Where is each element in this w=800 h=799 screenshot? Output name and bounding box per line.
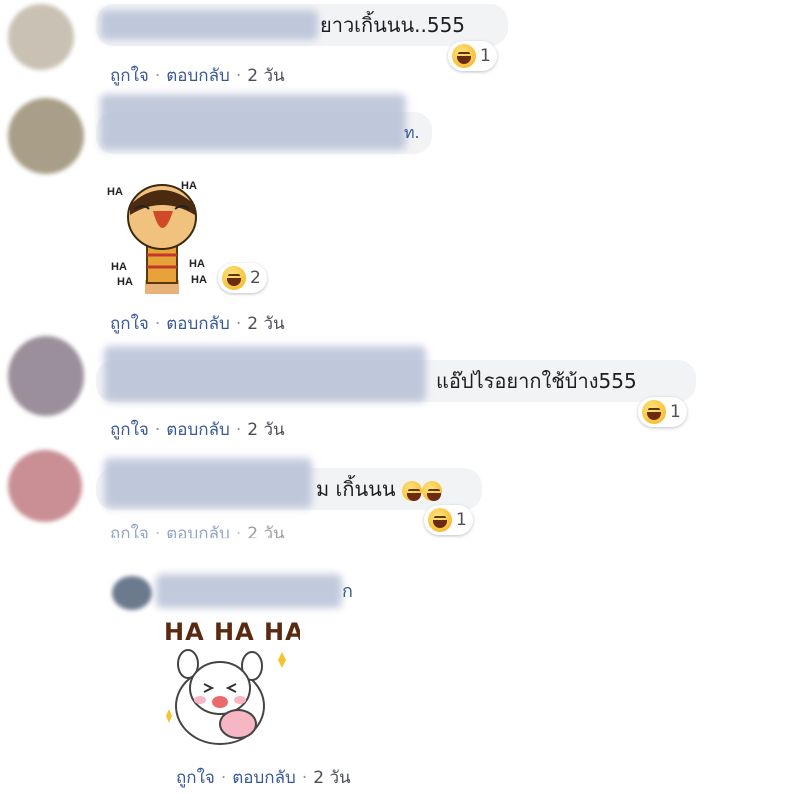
comment-text: แอ๊ปไรอยากใช้บ้าง555: [436, 369, 637, 393]
comment-time[interactable]: 2 วัน: [247, 66, 284, 86]
sticker-text: HA: [107, 186, 123, 198]
reaction-badge[interactable]: 1: [424, 505, 473, 535]
like-link[interactable]: ถูกใจ: [110, 66, 149, 86]
sticker-text: HA: [181, 180, 197, 192]
commenter-avatar[interactable]: [8, 4, 74, 70]
commenter-name-blurred[interactable]: [100, 94, 406, 150]
comment-text: ยาวเกิ้นนน..555: [320, 13, 466, 37]
reaction-badge[interactable]: 2: [218, 263, 267, 293]
commenter-name-blurred[interactable]: [100, 10, 318, 40]
laughing-girl-sticker: HA HA HA HA HA HA: [107, 180, 207, 294]
commenter-name-blurred[interactable]: [104, 458, 312, 508]
haha-emoji-icon: [642, 400, 666, 424]
comment-text-content: ม เกิ้นนน: [316, 477, 396, 501]
reply-avatar[interactable]: [112, 576, 152, 610]
reply-actions: ถูกใจ · ตอบกลับ · 2 วัน: [176, 768, 351, 788]
reply-link[interactable]: ตอบกลับ: [166, 314, 230, 334]
commenter-name-blurred[interactable]: [104, 346, 426, 402]
reaction-count: 1: [456, 510, 467, 530]
comment-text: ม เกิ้นนน: [316, 468, 442, 510]
reaction-badge[interactable]: 1: [638, 397, 687, 427]
haha-emoji-icon: [452, 44, 476, 68]
comment-time[interactable]: 2 วัน: [313, 768, 350, 788]
commenter-avatar[interactable]: [8, 336, 84, 416]
comment-actions: ถูกใจ · ตอบกลับ · 2 วัน: [110, 66, 285, 86]
reaction-count: 1: [480, 46, 491, 66]
reaction-count: 2: [250, 268, 261, 288]
laughing-bunny-sticker: HA HA HA: [164, 618, 300, 745]
like-link[interactable]: ถูกใจ: [176, 768, 215, 788]
commenter-avatar[interactable]: [8, 98, 84, 174]
sticker-text: HA HA HA: [164, 618, 300, 646]
haha-emoji-icon: [428, 508, 452, 532]
comment-time[interactable]: 2 วัน: [247, 314, 284, 334]
reply-name-tail[interactable]: ก: [342, 572, 353, 612]
sticker-text: HA: [189, 258, 205, 270]
sticker-text: HA: [111, 261, 127, 273]
like-link[interactable]: ถูกใจ: [110, 314, 149, 334]
like-link[interactable]: ถูกใจ: [110, 420, 149, 440]
reply-link[interactable]: ตอบกลับ: [232, 768, 296, 788]
commenter-avatar[interactable]: [8, 450, 82, 522]
reply-link[interactable]: ตอบกลับ: [166, 66, 230, 86]
laughing-emoji-icon: [401, 480, 422, 501]
reaction-badge[interactable]: 1: [448, 41, 497, 71]
comment-actions: ถูกใจ · ตอบกลับ · 2 วัน: [110, 420, 285, 440]
reaction-count: 1: [670, 402, 681, 422]
reply-link[interactable]: ตอบกลับ: [166, 420, 230, 440]
sticker-text: HA: [191, 274, 207, 286]
sticker-text: HA: [117, 276, 133, 288]
comment-text: ท.: [404, 123, 420, 142]
laughing-emoji-icon: [421, 480, 442, 501]
haha-emoji-icon: [222, 266, 246, 290]
reply-name-blurred[interactable]: [156, 574, 342, 608]
comment-actions: ถูกใจ · ตอบกลับ · 2 วัน: [110, 314, 285, 334]
comment-time[interactable]: 2 วัน: [247, 420, 284, 440]
